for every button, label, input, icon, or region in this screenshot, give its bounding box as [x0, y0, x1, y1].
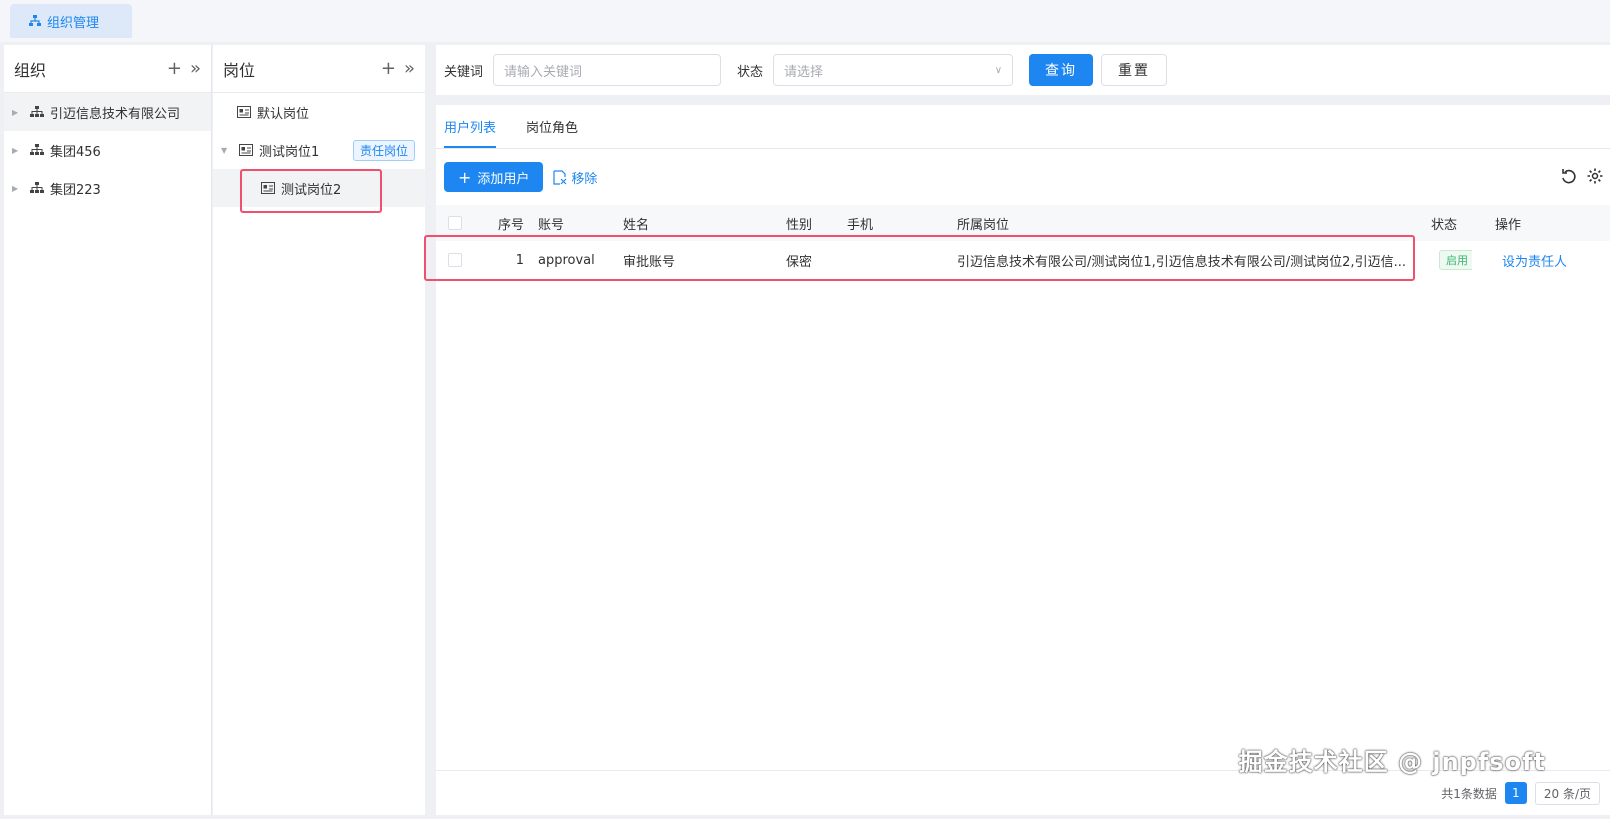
top-tab-bar: 组织管理	[0, 0, 1610, 42]
tab-position-roles[interactable]: 岗位角色	[526, 117, 578, 148]
id-card-icon	[239, 144, 253, 156]
org-panel-title: 组织	[14, 60, 47, 80]
position-tree-label: 测试岗位1	[259, 144, 320, 160]
page-1-button[interactable]: 1	[1504, 782, 1527, 804]
org-tree-label: 引迈信息技术有限公司	[50, 106, 181, 122]
position-panel-header: 岗位 + »	[213, 45, 425, 93]
status-select[interactable]: 请选择 ∨	[773, 54, 1014, 86]
org-chart-icon	[30, 144, 44, 155]
highlight-box	[240, 169, 382, 213]
col-gender: 性别	[786, 217, 813, 233]
search-panel: 关键词 请输入关键词 状态 请选择 ∨ 查询 重置	[436, 45, 1610, 95]
caret-right-icon[interactable]: ▶	[12, 184, 22, 193]
caret-down-icon[interactable]: ▼	[221, 146, 231, 155]
col-phone: 手机	[847, 217, 874, 233]
org-chart-icon	[30, 182, 44, 193]
main-panel: 用户列表 岗位角色 + 添加用户 移除 序号 账号 姓名 性别 手机 所属岗位 …	[424, 105, 1610, 815]
status-placeholder: 请选择	[784, 64, 824, 80]
org-tree-item[interactable]: ▶ 集团456	[4, 131, 211, 169]
col-action: 操作	[1495, 217, 1522, 233]
org-tree-item[interactable]: ▶ 引迈信息技术有限公司	[4, 93, 211, 131]
col-name: 姓名	[623, 217, 650, 233]
highlight-box	[424, 235, 1415, 281]
position-tree-item[interactable]: 默认岗位	[213, 93, 425, 131]
col-index: 序号	[497, 217, 524, 233]
add-org-button[interactable]: +	[167, 59, 182, 78]
id-card-icon	[237, 106, 251, 118]
settings-gear-icon[interactable]	[1586, 167, 1604, 185]
tab-label: 组织管理	[47, 15, 100, 31]
plus-icon: +	[458, 167, 472, 187]
position-tree-label: 默认岗位	[257, 106, 310, 122]
toolbar: + 添加用户 移除	[436, 149, 1610, 205]
cell-status: 启用	[1417, 250, 1472, 270]
select-all-checkbox-cell[interactable]	[436, 216, 482, 230]
tab-user-list[interactable]: 用户列表	[444, 117, 497, 148]
keyword-label: 关键词	[444, 64, 484, 80]
collapse-position-icon[interactable]: »	[404, 59, 415, 78]
org-panel: 组织 + » ▶ 引迈信息技术有限公司 ▶ 集团456 ▶ 集团223	[4, 45, 212, 815]
add-position-button[interactable]: +	[381, 59, 396, 78]
org-tree-label: 集团223	[50, 182, 101, 198]
caret-right-icon[interactable]: ▶	[12, 108, 22, 117]
keyword-placeholder: 请输入关键词	[504, 64, 583, 80]
position-panel: 岗位 + » 默认岗位 ▼ 测试岗位1 责任岗位 测试岗位2	[213, 45, 425, 815]
total-count: 共1条数据	[1441, 786, 1497, 801]
page-size-select[interactable]: 20 条/页	[1534, 781, 1600, 805]
collapse-org-icon[interactable]: »	[190, 59, 201, 78]
position-panel-title: 岗位	[223, 60, 256, 80]
responsible-position-tag: 责任岗位	[352, 139, 415, 161]
col-account: 账号	[538, 217, 565, 233]
refresh-icon[interactable]	[1560, 167, 1578, 185]
add-user-label: 添加用户	[477, 171, 530, 187]
col-posts: 所属岗位	[957, 217, 1010, 233]
add-user-button[interactable]: + 添加用户	[444, 162, 544, 192]
reset-button[interactable]: 重置	[1101, 54, 1168, 86]
remove-doc-icon	[553, 169, 567, 185]
select-all-checkbox[interactable]	[448, 216, 462, 230]
tab-org-management[interactable]: 组织管理	[10, 4, 132, 38]
cell-action: 设为责任人	[1472, 251, 1582, 270]
user-table: 序号 账号 姓名 性别 手机 所属岗位 状态 操作 1 approval 审批账…	[424, 205, 1610, 281]
col-status: 状态	[1431, 217, 1458, 233]
tab-bar: 用户列表 岗位角色	[436, 105, 1610, 149]
watermark: 掘金技术社区 @ jnpfsoft	[1238, 748, 1546, 776]
remove-label: 移除	[571, 171, 598, 187]
position-tree-item[interactable]: ▼ 测试岗位1 责任岗位	[213, 131, 425, 169]
caret-right-icon[interactable]: ▶	[12, 146, 22, 155]
status-label: 状态	[737, 64, 764, 80]
org-panel-header: 组织 + »	[4, 45, 211, 93]
org-tree-label: 集团456	[50, 144, 101, 160]
keyword-input[interactable]: 请输入关键词	[493, 54, 722, 86]
table-tools	[1560, 167, 1604, 185]
remove-button[interactable]: 移除	[553, 168, 597, 187]
chevron-down-icon: ∨	[994, 64, 1003, 76]
set-responsible-link[interactable]: 设为责任人	[1502, 255, 1567, 270]
org-tree-item[interactable]: ▶ 集团223	[4, 169, 211, 207]
query-button[interactable]: 查询	[1029, 54, 1094, 86]
org-chart-icon	[30, 106, 44, 117]
status-badge: 启用	[1439, 250, 1472, 270]
org-chart-icon	[29, 15, 41, 26]
